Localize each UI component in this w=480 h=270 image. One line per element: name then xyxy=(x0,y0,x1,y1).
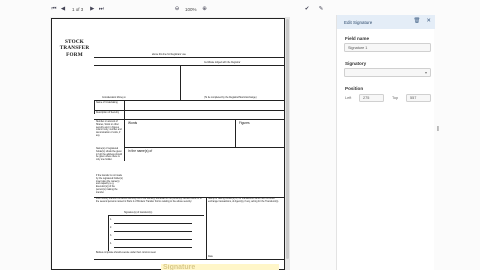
signatory-select[interactable]: ▾ xyxy=(344,68,431,77)
pager: ⏮ ◀ 1 of 3 ▶ ⏭ xyxy=(50,4,105,14)
zoom-out-icon[interactable]: ⊖ xyxy=(173,4,181,14)
top-label: Top xyxy=(392,96,399,100)
zoom-in-icon[interactable]: ⊕ xyxy=(201,4,209,14)
signature-line-4: 4. xyxy=(110,243,112,245)
left-label: Left xyxy=(345,96,352,100)
page-indicator: 1 of 3 xyxy=(72,6,84,12)
signature-field-placeholder[interactable]: Signature xyxy=(161,264,279,270)
signature-line-2: 2. xyxy=(110,227,112,229)
panel-header-icons: 🗑 ✕ xyxy=(413,18,431,24)
trash-icon[interactable]: 🗑 xyxy=(413,18,420,24)
rule-line xyxy=(206,197,207,259)
left-input[interactable]: 275 xyxy=(359,94,384,102)
rule-line xyxy=(94,65,284,66)
rule-line xyxy=(94,110,284,111)
registrar-use-text: above this line for Registrars' use xyxy=(152,54,186,56)
close-icon[interactable]: ✕ xyxy=(426,18,431,24)
to-be-completed-text: (To be completed by the Registrar/Stock … xyxy=(204,97,257,99)
field-name-label: Field name xyxy=(345,36,369,41)
chevron-down-icon: ▾ xyxy=(424,70,427,75)
signature-line-3: 3. xyxy=(110,235,112,237)
registered-holders-label: Name(s) of registered holder(s) should b… xyxy=(96,148,123,162)
rule-line xyxy=(94,100,284,101)
in-the-names-label: In the name(s) of xyxy=(128,149,153,153)
prev-page-icon[interactable]: ◀ xyxy=(59,4,67,14)
last-page-icon[interactable]: ⏭ xyxy=(97,4,105,14)
words-label: Words xyxy=(128,121,138,125)
checkmark-icon[interactable]: ✔ xyxy=(303,4,311,14)
rule-line xyxy=(180,65,181,100)
if-the-transfer-label: If the transfer is not made by the regis… xyxy=(96,175,123,194)
zoom-controls: ⊖ 100% ⊕ xyxy=(173,4,209,14)
top-input[interactable]: 557 xyxy=(406,94,431,102)
rule-line xyxy=(94,119,284,120)
right-tools: ✔ ✎ xyxy=(303,4,325,14)
description-of-security-label: Description of Security xyxy=(96,112,119,114)
field-name-input[interactable]: Signature 1 xyxy=(344,43,431,52)
document-page: STOCK TRANSFER FORM above this line for … xyxy=(51,18,285,270)
document-viewport[interactable]: STOCK TRANSFER FORM above this line for … xyxy=(50,17,290,270)
transfer-declaration-text: I/We hereby transfer the above security … xyxy=(96,198,202,203)
rule-line xyxy=(94,259,284,260)
rule-line xyxy=(94,100,95,114)
selling-broker-text: Stamp of Selling Broker(s) or, for trans… xyxy=(208,198,279,203)
mouse-cursor-icon: I xyxy=(437,126,439,133)
name-of-undertaking-label: Name of Undertaking xyxy=(96,102,118,104)
rule-line xyxy=(124,147,284,148)
panel-title: Edit Signature xyxy=(344,19,373,25)
number-amount-label: Number or amount of Shares, Stock or oth… xyxy=(96,121,122,137)
scrollbar-thumb[interactable] xyxy=(286,19,289,259)
consideration-text: Consideration Money £ xyxy=(102,97,126,99)
signature-transferors-label: Signature(s) of transferor(s) xyxy=(124,212,153,214)
edit-signature-panel: Edit Signature 🗑 ✕ Field name Signature … xyxy=(336,15,435,270)
next-page-icon[interactable]: ▶ xyxy=(88,4,96,14)
rule-line xyxy=(108,215,204,216)
signature-line-1: 1. xyxy=(110,219,112,221)
toolbar: ⏮ ◀ 1 of 3 ▶ ⏭ ⊖ 100% ⊕ ✔ ✎ xyxy=(40,0,325,17)
form-title: STOCK TRANSFER FORM xyxy=(59,39,90,58)
app-window: ⏮ ◀ 1 of 3 ▶ ⏭ ⊖ 100% ⊕ ✔ ✎ STOCK TRANSF… xyxy=(0,0,480,270)
rule-line xyxy=(108,215,109,251)
first-page-icon[interactable]: ⏮ xyxy=(50,4,58,14)
bodies-corporate-text: Bodies corporate should execute under th… xyxy=(96,252,157,254)
position-label: Position xyxy=(345,86,364,91)
panel-header: Edit Signature 🗑 ✕ xyxy=(337,15,435,29)
rule-line xyxy=(94,57,284,58)
signatory-label: Signatory xyxy=(345,61,367,66)
certificate-lodged-text: Certificate lodged with the Registrar xyxy=(204,62,241,64)
zoom-value[interactable]: 100% xyxy=(185,7,197,12)
figures-label: Figures xyxy=(239,121,250,125)
vertical-scrollbar[interactable] xyxy=(285,17,290,270)
rule-line xyxy=(235,119,236,147)
pen-icon[interactable]: ✎ xyxy=(317,4,325,14)
